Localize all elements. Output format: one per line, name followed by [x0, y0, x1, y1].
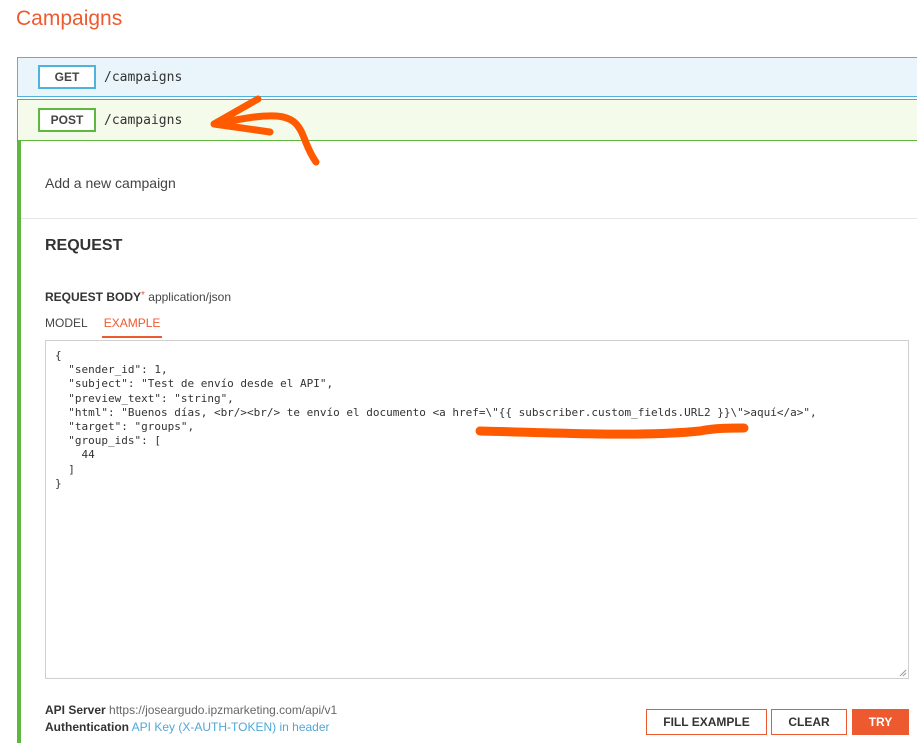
- operation-post-campaigns[interactable]: POST /campaigns: [17, 99, 917, 141]
- api-server-info: API Server https://joseargudo.ipzmarketi…: [45, 703, 337, 717]
- method-badge-get: GET: [38, 65, 96, 89]
- required-marker: *: [141, 290, 145, 301]
- operation-expanded-bar: [17, 141, 21, 743]
- tab-model[interactable]: MODEL: [45, 316, 88, 338]
- operation-path: /campaigns: [104, 69, 183, 85]
- api-server-label: API Server: [45, 703, 106, 717]
- operation-path: /campaigns: [104, 112, 183, 128]
- authentication-info: Authentication API Key (X-AUTH-TOKEN) in…: [45, 720, 330, 734]
- tab-example[interactable]: EXAMPLE: [101, 316, 163, 338]
- fill-example-button[interactable]: FILL EXAMPLE: [646, 709, 767, 735]
- operation-description: Add a new campaign: [45, 175, 176, 191]
- method-badge-post: POST: [38, 108, 96, 132]
- try-button[interactable]: TRY: [852, 709, 909, 735]
- request-body-title: REQUEST BODY: [45, 290, 142, 304]
- authentication-label: Authentication: [45, 720, 129, 734]
- clear-button[interactable]: CLEAR: [771, 709, 847, 735]
- section-title: Campaigns: [16, 7, 123, 30]
- content-type: application/json: [148, 290, 231, 304]
- resize-handle-icon[interactable]: [899, 669, 907, 677]
- api-server-url: https://joseargudo.ipzmarketing.com/api/…: [109, 703, 338, 717]
- operation-get-campaigns[interactable]: GET /campaigns: [17, 57, 917, 97]
- request-heading: REQUEST: [45, 237, 123, 254]
- request-body-editor[interactable]: { "sender_id": 1, "subject": "Test de en…: [45, 340, 909, 679]
- body-tabs: MODEL EXAMPLE: [45, 316, 176, 338]
- authentication-link[interactable]: API Key (X-AUTH-TOKEN) in header: [132, 720, 330, 734]
- divider: [21, 218, 917, 219]
- request-body-label: REQUEST BODY* application/json: [45, 290, 231, 304]
